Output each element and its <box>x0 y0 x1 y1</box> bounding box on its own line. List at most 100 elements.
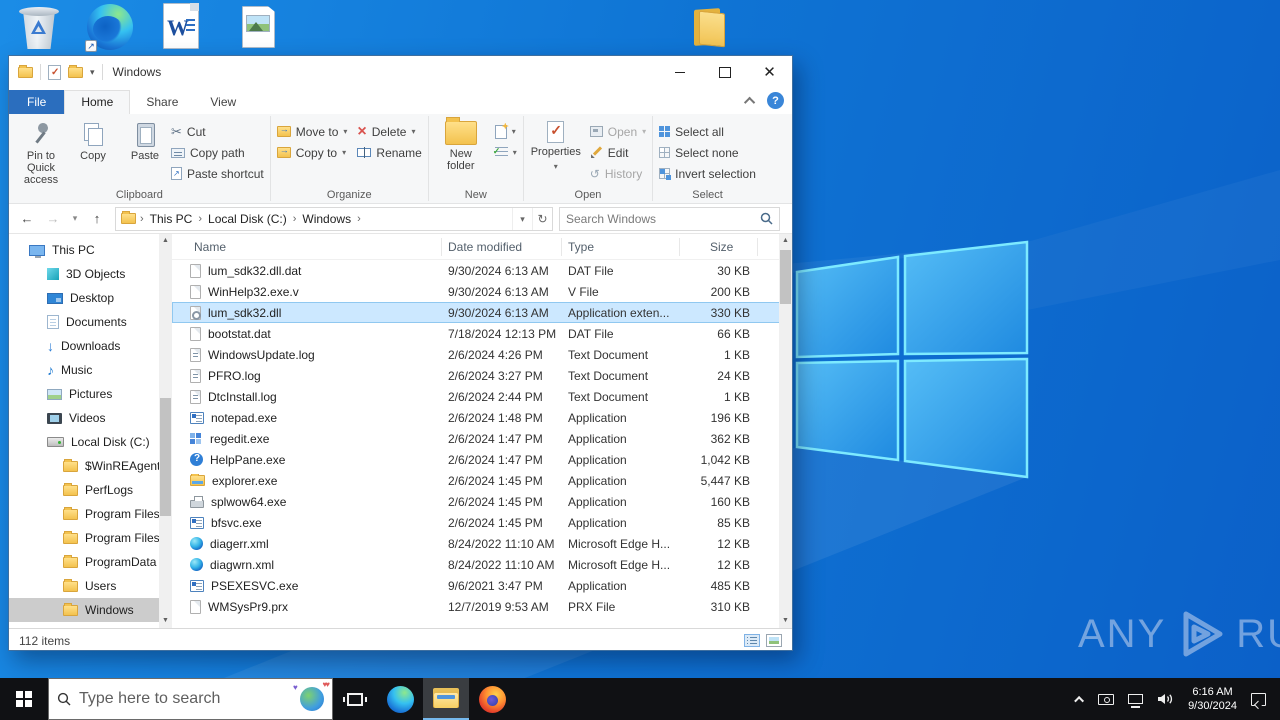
refresh-icon[interactable]: ↻ <box>532 207 552 230</box>
sidebar-scrollbar[interactable]: ▲ ▼ <box>159 234 172 628</box>
delete-button[interactable]: Delete ▾ <box>357 123 421 140</box>
scroll-down-icon[interactable]: ▼ <box>159 614 172 628</box>
easy-access-button[interactable]: ▾ <box>493 144 517 161</box>
volume-icon[interactable] <box>1157 692 1174 706</box>
sidebar-item-pictures[interactable]: Pictures <box>9 382 159 406</box>
tab-file[interactable]: File <box>9 90 65 114</box>
column-header-type[interactable]: Type <box>562 237 680 256</box>
file-row-helppane-exe[interactable]: HelpPane.exe 2/6/2024 1:47 PM Application 1… <box>172 449 792 470</box>
cut-button[interactable]: Cut <box>171 123 264 140</box>
large-icons-view-button[interactable] <box>766 634 782 647</box>
close-button[interactable]: ✕ <box>747 56 792 88</box>
copy-button[interactable]: Copy <box>67 118 119 162</box>
file-row-windowsupdate-log[interactable]: WindowsUpdate.log 2/6/2024 4:26 PM Text Do… <box>172 344 792 365</box>
word-document-desktop-icon[interactable]: W <box>163 3 199 49</box>
display-record-icon[interactable] <box>1098 693 1115 705</box>
breadcrumb-windows[interactable]: Windows <box>300 212 353 226</box>
address-field[interactable]: › This PC › Local Disk (C:) › Windows › … <box>115 206 553 231</box>
scrollbar-thumb[interactable] <box>160 398 171 516</box>
new-folder-quick-icon[interactable] <box>68 64 83 78</box>
breadcrumb-local-disk[interactable]: Local Disk (C:) <box>206 212 289 226</box>
search-input[interactable]: Search Windows <box>559 206 780 231</box>
sidebar-item-winreagent[interactable]: $WinREAgent <box>9 454 159 478</box>
file-row-bootstat-dat[interactable]: bootstat.dat 7/18/2024 12:13 PM DAT File 66… <box>172 323 792 344</box>
file-row-diagwrn-xml[interactable]: diagwrn.xml 8/24/2022 11:10 AM Microsoft E… <box>172 554 792 575</box>
minimize-button[interactable] <box>657 56 702 88</box>
sidebar-item-downloads[interactable]: Downloads <box>9 334 159 358</box>
sidebar-item-program-files[interactable]: Program Files <box>9 526 159 550</box>
file-row-lum-sdk32-dll[interactable]: lum_sdk32.dll 9/30/2024 6:13 AM Applicatio… <box>172 302 792 323</box>
file-row-winhelp32-exe-v[interactable]: WinHelp32.exe.v 9/30/2024 6:13 AM V File 20… <box>172 281 792 302</box>
sidebar-item-local-disk-c[interactable]: Local Disk (C:) <box>9 430 159 454</box>
invert-selection-button[interactable]: Invert selection <box>659 165 756 182</box>
show-hidden-icons-chevron-icon[interactable] <box>1074 695 1085 706</box>
action-center-icon[interactable] <box>1251 692 1266 706</box>
file-row-notepad-exe[interactable]: notepad.exe 2/6/2024 1:48 PM Application 19… <box>172 407 792 428</box>
taskbar-edge-button[interactable] <box>377 678 423 720</box>
file-row-pfro-log[interactable]: PFRO.log 2/6/2024 3:27 PM Text Document 24 … <box>172 365 792 386</box>
address-dropdown-chevron-icon[interactable]: ▾ <box>512 207 532 230</box>
file-row-splwow64-exe[interactable]: splwow64.exe 2/6/2024 1:45 PM Application 1… <box>172 491 792 512</box>
sidebar-item-3d-objects[interactable]: 3D Objects <box>9 262 159 286</box>
edge-desktop-icon[interactable]: ↗ <box>85 4 133 52</box>
details-view-button[interactable] <box>744 634 760 647</box>
new-item-button[interactable]: ▾ <box>494 123 517 140</box>
sidebar-item-documents[interactable]: Documents <box>9 310 159 334</box>
select-all-button[interactable]: Select all <box>659 123 756 140</box>
scroll-down-icon[interactable]: ▼ <box>779 614 792 628</box>
back-button[interactable]: ← <box>17 211 37 226</box>
copy-to-button[interactable]: Copy to ▾ <box>276 144 348 161</box>
folder-desktop-icon[interactable] <box>692 5 726 49</box>
file-row-wmsyspr9-prx[interactable]: WMSysPr9.prx 12/7/2019 9:53 AM PRX File 310… <box>172 596 792 617</box>
network-icon[interactable] <box>1128 694 1144 708</box>
file-row-explorer-exe[interactable]: explorer.exe 2/6/2024 1:45 PM Application 5… <box>172 470 792 491</box>
column-header-date-modified[interactable]: Date modified <box>442 237 562 256</box>
recycle-bin-desktop-icon[interactable] <box>18 4 60 50</box>
tab-share[interactable]: Share <box>130 91 194 114</box>
task-view-button[interactable] <box>333 678 377 720</box>
sidebar-item-this-pc[interactable]: This PC <box>9 238 159 262</box>
column-header-name[interactable]: Name <box>172 237 442 256</box>
properties-button[interactable]: Properties ▾ <box>530 118 582 173</box>
sidebar-item-perflogs[interactable]: PerfLogs <box>9 478 159 502</box>
breadcrumb-this-pc[interactable]: This PC <box>148 212 195 226</box>
sidebar-item-videos[interactable]: Videos <box>9 406 159 430</box>
sidebar-item-program-files[interactable]: Program Files <box>9 502 159 526</box>
sidebar-item-desktop[interactable]: Desktop <box>9 286 159 310</box>
pin-to-quick-access-button[interactable]: Pin to Quick access <box>15 118 67 186</box>
edit-button[interactable]: Edit <box>590 144 646 161</box>
sidebar-item-users[interactable]: Users <box>9 574 159 598</box>
scroll-up-icon[interactable]: ▲ <box>159 234 172 248</box>
file-row-regedit-exe[interactable]: regedit.exe 2/6/2024 1:47 PM Application 36… <box>172 428 792 449</box>
search-highlight-icon[interactable] <box>293 680 328 711</box>
start-button[interactable] <box>0 678 48 720</box>
copy-path-button[interactable]: Copy path <box>171 144 264 161</box>
sidebar-item-programdata[interactable]: ProgramData <box>9 550 159 574</box>
taskbar-clock[interactable]: 6:16 AM 9/30/2024 <box>1188 685 1237 713</box>
rename-button[interactable]: Rename <box>357 144 422 161</box>
file-row-bfsvc-exe[interactable]: bfsvc.exe 2/6/2024 1:45 PM Application 85 K… <box>172 512 792 533</box>
recent-locations-chevron-icon[interactable]: ▾ <box>69 213 81 224</box>
history-button[interactable]: History <box>590 165 646 182</box>
tab-view[interactable]: View <box>194 91 252 114</box>
file-row-psexesvc-exe[interactable]: PSEXESVC.exe 9/6/2021 3:47 PM Application 4… <box>172 575 792 596</box>
sidebar-item-windows[interactable]: Windows <box>9 598 159 622</box>
file-row-dtcinstall-log[interactable]: DtcInstall.log 2/6/2024 2:44 PM Text Docum… <box>172 386 792 407</box>
paste-button[interactable]: Paste <box>119 118 171 162</box>
file-row-diagerr-xml[interactable]: diagerr.xml 8/24/2022 11:10 AM Microsoft E… <box>172 533 792 554</box>
maximize-button[interactable] <box>702 56 747 88</box>
column-header-size[interactable]: Size <box>680 237 758 256</box>
properties-quick-icon[interactable] <box>48 64 61 80</box>
taskbar-firefox-button[interactable] <box>469 678 515 720</box>
sidebar-item-music[interactable]: Music <box>9 358 159 382</box>
move-to-button[interactable]: Move to ▾ <box>276 123 347 140</box>
new-folder-button[interactable]: New folder <box>435 117 487 172</box>
scroll-up-icon[interactable]: ▲ <box>779 234 792 248</box>
customize-toolbar-chevron-icon[interactable]: ▾ <box>90 67 95 78</box>
file-list-scrollbar[interactable]: ▲ ▼ <box>779 234 792 628</box>
open-button[interactable]: Open ▾ <box>589 123 646 140</box>
taskbar-file-explorer-button[interactable] <box>423 678 469 720</box>
scrollbar-thumb[interactable] <box>780 250 791 304</box>
help-button[interactable]: ? <box>767 92 784 109</box>
paste-shortcut-button[interactable]: Paste shortcut <box>171 165 264 182</box>
